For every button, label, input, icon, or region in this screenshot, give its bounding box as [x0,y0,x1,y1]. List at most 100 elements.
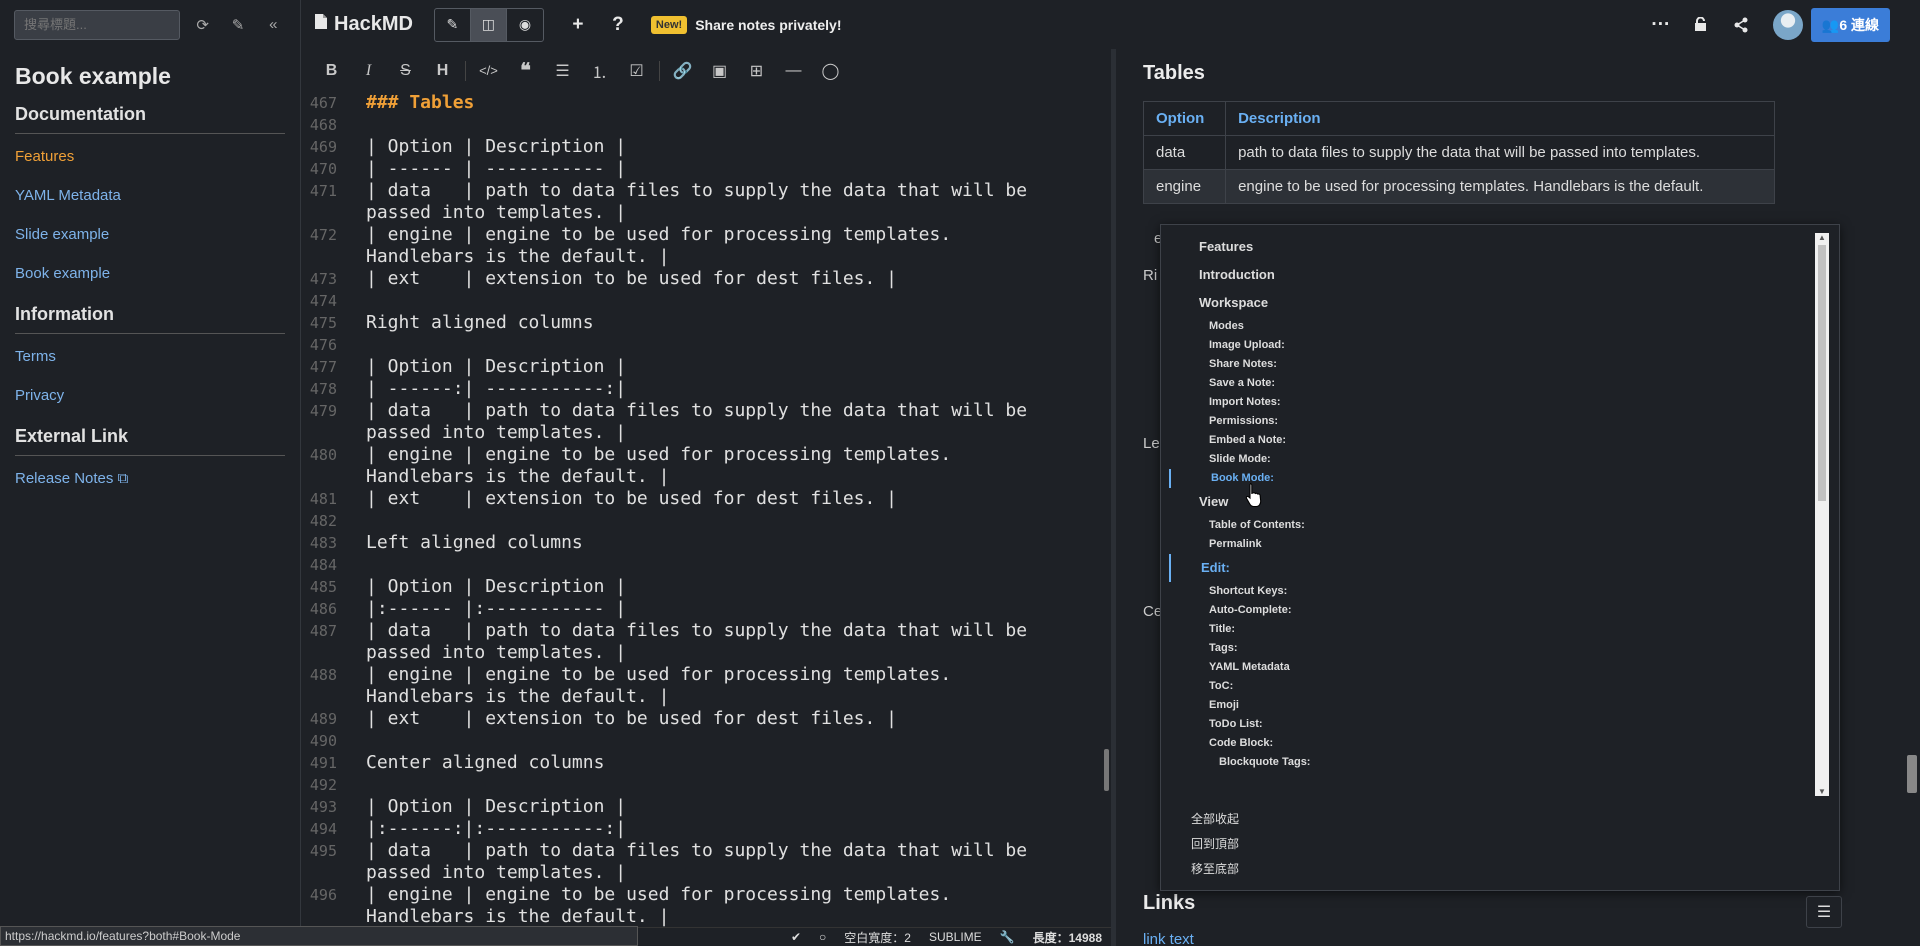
link-icon[interactable]: 🔗 [664,56,701,86]
code-line[interactable]: passed into templates. | [301,202,1097,224]
sidebar-link-slide-example[interactable]: Slide example [15,226,285,243]
strikethrough-icon[interactable]: S [387,56,424,86]
code-line[interactable]: 479 | data | path to data files to supply… [301,400,1097,422]
toc-scrollbar[interactable]: ▲ ▼ [1815,233,1829,796]
code-line[interactable]: 471 | data | path to data files to supply… [301,180,1097,202]
code-line[interactable]: 484 [301,554,1097,576]
indent-setting[interactable]: 空白寬度：2 [835,929,920,946]
toc-item[interactable]: ToDo List: [1169,715,1829,734]
help-button[interactable]: ? [598,9,638,41]
toc-item[interactable]: Modes [1169,317,1829,336]
refresh-icon[interactable]: ⟳ [190,10,215,40]
horizontal-rule-icon[interactable]: — [775,56,812,86]
code-line[interactable]: 492 [301,774,1097,796]
toc-item[interactable]: ToC: [1169,677,1829,696]
editor-scrollbar[interactable] [1104,749,1109,791]
toc-item[interactable]: Introduction [1169,261,1829,289]
toc-item[interactable]: Shortcut Keys: [1169,582,1829,601]
table-icon[interactable]: ⊞ [738,56,775,86]
more-menu-icon[interactable]: ··· [1641,9,1681,41]
share-icon[interactable] [1721,9,1761,41]
view-mode-button[interactable]: ◉ [507,9,543,41]
toc-item[interactable]: Emoji [1169,696,1829,715]
preview-link[interactable]: link text [1143,931,1194,946]
online-users-button[interactable]: 👥6 連線 [1810,7,1890,42]
code-line[interactable]: 485 | Option | Description | [301,576,1097,598]
code-line[interactable]: 488 | engine | engine to be used for proc… [301,664,1097,686]
code-line[interactable]: 475 Right aligned columns [301,312,1097,334]
toc-item[interactable]: Embed a Note: [1169,431,1829,450]
code-icon[interactable]: </> [470,56,507,86]
sidebar-link-privacy[interactable]: Privacy [15,387,285,404]
toc-item[interactable]: Import Notes: [1169,393,1829,412]
pencil-icon[interactable]: ✎ [225,10,250,40]
preview-scroll-thumb[interactable] [1907,755,1917,793]
toc-item[interactable]: Image Upload: [1169,336,1829,355]
search-input[interactable] [14,9,180,40]
user-avatar[interactable] [1772,9,1803,40]
toc-item[interactable]: Save a Note: [1169,374,1829,393]
code-line[interactable]: 494 |:------:|:-----------:| [301,818,1097,840]
toc-item[interactable]: Auto-Complete: [1169,601,1829,620]
toc-item[interactable]: View [1169,488,1829,516]
code-line[interactable]: passed into templates. | [301,862,1097,884]
edit-mode-button[interactable]: ✎ [435,8,471,41]
code-line[interactable]: Handlebars is the default. | [301,686,1097,708]
bullet-list-icon[interactable]: ☰ [544,56,581,86]
toc-item[interactable]: Share Notes: [1169,355,1829,374]
code-line[interactable]: 470 | ------ | ----------- | [301,158,1097,180]
share-notes-promo[interactable]: Share notes privately! [695,17,841,33]
code-line[interactable]: Handlebars is the default. | [301,466,1097,488]
code-line[interactable]: 469 | Option | Description | [301,136,1097,158]
code-line[interactable]: 473 | ext | extension to be used for dest… [301,268,1097,290]
comment-icon[interactable]: ◯ [812,56,849,86]
code-line[interactable]: Handlebars is the default. | [301,246,1097,268]
toc-item[interactable]: Edit: [1169,554,1829,582]
quote-icon[interactable]: ❝ [507,56,544,86]
sidebar-link-book-example[interactable]: Book example [15,265,285,282]
code-line[interactable]: 474 [301,290,1097,312]
bold-icon[interactable]: B [313,56,350,86]
numbered-list-icon[interactable]: ⒈ [581,56,618,86]
toc-item[interactable]: Book Mode: [1169,469,1829,488]
code-line[interactable]: 476 [301,334,1097,356]
sidebar-link-yaml-metadata[interactable]: YAML Metadata [15,187,285,204]
code-line[interactable]: 467 ### Tables [301,92,1097,114]
toc-item[interactable]: YAML Metadata [1169,658,1829,677]
code-line[interactable]: 480 | engine | engine to be used for proc… [301,444,1097,466]
italic-icon[interactable]: I [350,56,387,86]
toc-item[interactable]: Permalink [1169,535,1829,554]
code-line[interactable]: 491 Center aligned columns [301,752,1097,774]
toc-item[interactable]: Features [1169,233,1829,261]
lock-icon[interactable] [1681,9,1721,41]
sidebar-link-release-notes[interactable]: Release Notes ⧉ [15,470,285,487]
toc-item[interactable]: Code Block: [1169,734,1829,753]
code-line[interactable]: 468 [301,114,1097,136]
code-line[interactable]: 472 | engine | engine to be used for proc… [301,224,1097,246]
code-line[interactable]: Handlebars is the default. | [301,906,1097,927]
preview-scrollbar[interactable] [1904,49,1920,946]
toc-scroll-thumb[interactable] [1818,245,1826,501]
heading-icon[interactable]: H [424,56,461,86]
code-line[interactable]: 483 Left aligned columns [301,532,1097,554]
scroll-up-icon[interactable]: ▲ [1817,233,1827,242]
code-line[interactable]: 482 [301,510,1097,532]
code-line[interactable]: 489 | ext | extension to be used for dest… [301,708,1097,730]
sidebar-link-features[interactable]: Features [15,148,285,165]
code-line[interactable]: 496 | engine | engine to be used for proc… [301,884,1097,906]
code-line[interactable]: 490 [301,730,1097,752]
back-to-top-link[interactable]: 回到頂部 [1191,832,1239,857]
toc-item[interactable]: Slide Mode: [1169,450,1829,469]
collapse-all-link[interactable]: 全部收起 [1191,807,1239,832]
code-line[interactable]: passed into templates. | [301,422,1097,444]
code-line[interactable]: passed into templates. | [301,642,1097,664]
wrench-icon[interactable]: 🔧 [991,930,1024,944]
code-line[interactable]: 487 | data | path to data files to supply… [301,620,1097,642]
toc-item[interactable]: Workspace [1169,289,1829,317]
image-icon[interactable]: ▣ [701,56,738,86]
new-note-button[interactable]: + [558,9,598,41]
toc-item[interactable]: Permissions: [1169,412,1829,431]
checkbox-icon[interactable]: ☑ [618,56,655,86]
toc-item[interactable]: Blockquote Tags: [1169,753,1829,772]
collapse-sidebar-icon[interactable]: « [261,10,286,40]
